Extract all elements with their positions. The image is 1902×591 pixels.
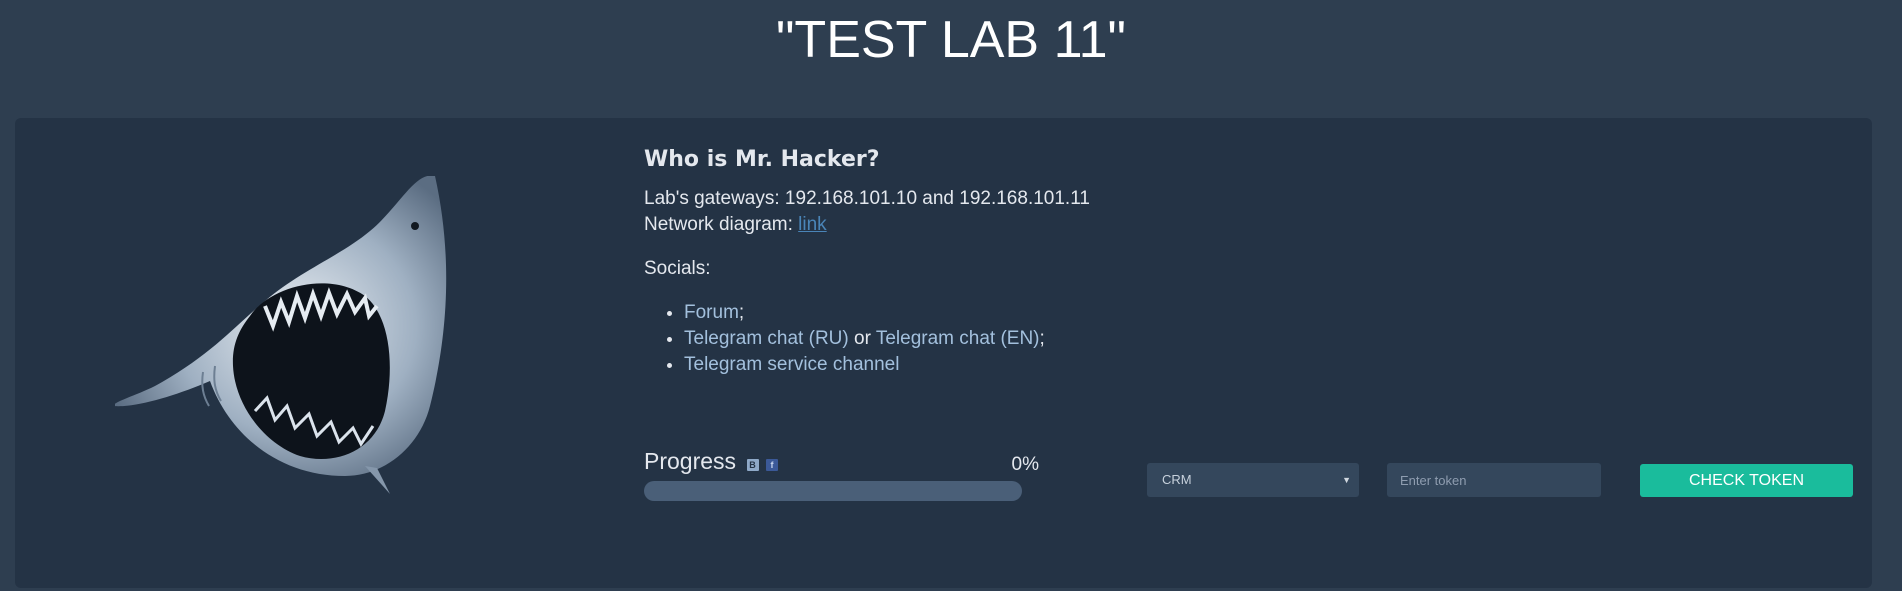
progress-bar [644, 481, 1022, 501]
progress-block: Progress B f 0% [644, 448, 1039, 501]
list-item: Forum; [684, 300, 1244, 326]
vk-icon[interactable]: B [746, 459, 759, 471]
chevron-down-icon: ▼ [1342, 475, 1351, 485]
lab-info: Who is Mr. Hacker? Lab's gateways: 192.1… [644, 144, 1244, 378]
list-item: Telegram service channel [684, 352, 1244, 378]
socials-label: Socials: [644, 258, 711, 279]
token-input[interactable] [1387, 463, 1601, 497]
progress-label: Progress [644, 448, 737, 474]
telegram-en-link[interactable]: Telegram chat (EN) [876, 328, 1040, 349]
network-diagram-line: Network diagram: link [644, 212, 1244, 238]
network-diagram-label: Network diagram: [644, 214, 793, 235]
or-text: or [854, 328, 871, 349]
progress-percent: 0% [1011, 454, 1039, 475]
network-diagram-link[interactable]: link [798, 214, 827, 235]
socials-list: Forum; Telegram chat (RU) or Telegram ch… [644, 300, 1244, 378]
list-item: Telegram chat (RU) or Telegram chat (EN)… [684, 326, 1244, 352]
lab-panel: Who is Mr. Hacker? Lab's gateways: 192.1… [15, 118, 1872, 588]
forum-link[interactable]: Forum [684, 302, 739, 323]
telegram-en-suffix: ; [1039, 328, 1045, 349]
facebook-icon[interactable]: f [765, 459, 778, 471]
lab-select-value: CRM [1162, 472, 1192, 487]
check-token-button[interactable]: CHECK TOKEN [1640, 464, 1853, 497]
lab-select[interactable]: CRM ▼ [1147, 463, 1359, 497]
lab-gateways: Lab's gateways: 192.168.101.10 and 192.1… [644, 188, 1090, 209]
forum-suffix: ; [738, 302, 745, 323]
lab-heading: Who is Mr. Hacker? [644, 147, 880, 172]
shark-image [115, 176, 447, 494]
telegram-service-channel-link[interactable]: Telegram service channel [684, 354, 899, 375]
page-title: "TEST LAB 11" [775, 11, 1127, 69]
telegram-ru-link[interactable]: Telegram chat (RU) [684, 328, 849, 349]
